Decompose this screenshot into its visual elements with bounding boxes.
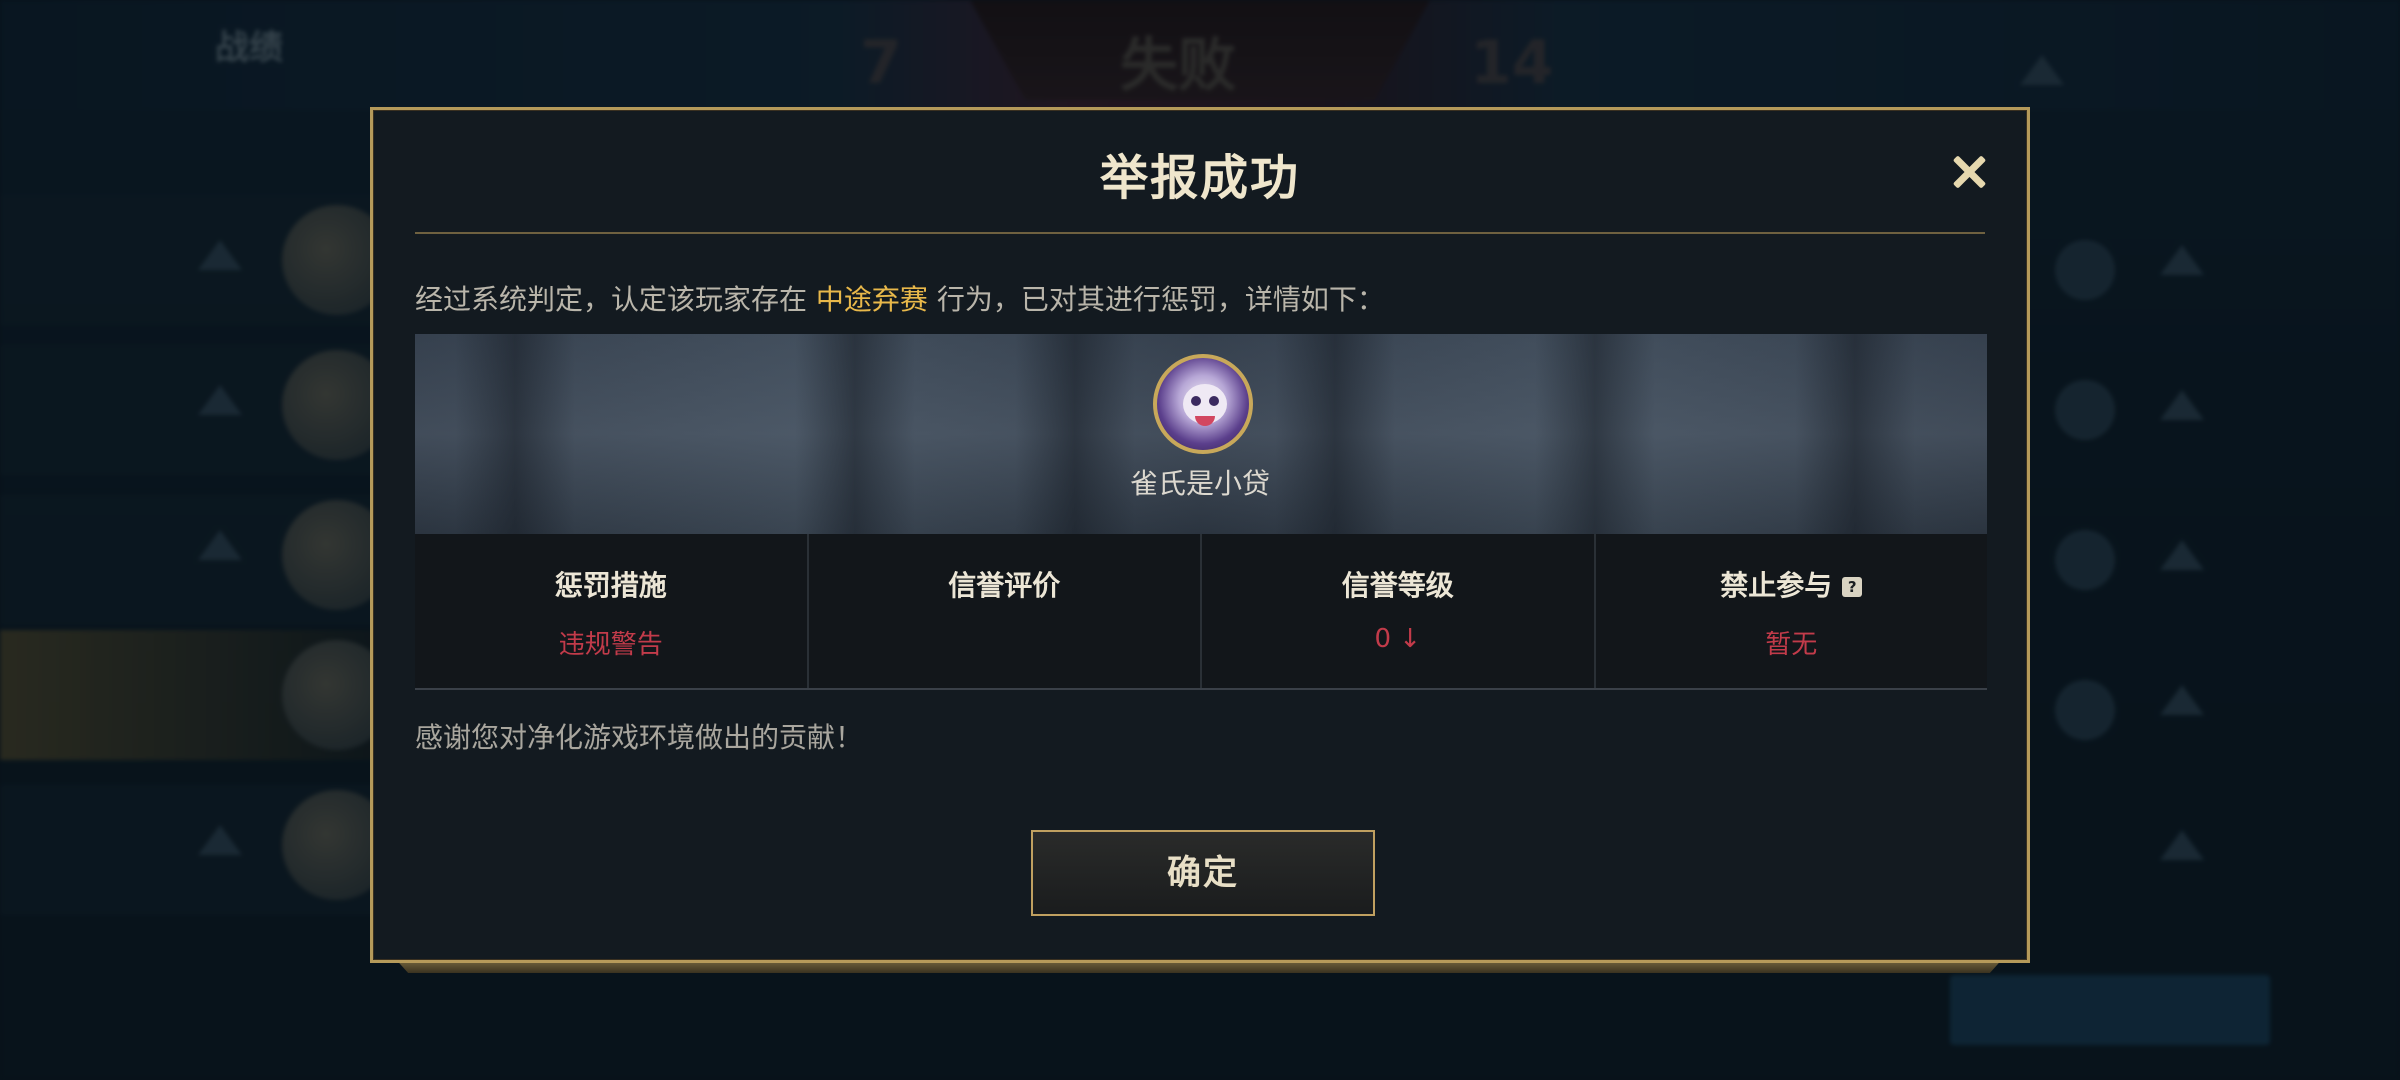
help-icon[interactable]: ? — [1842, 577, 1863, 597]
penalty-stats-table: 惩罚措施 违规警告 信誉评价 信誉等级 0 ↓ 禁止参与? 暂无 — [415, 534, 1987, 690]
verdict-offense: 中途弃赛 — [815, 283, 928, 316]
stat-penalty: 惩罚措施 违规警告 — [415, 534, 809, 688]
stat-value: 0 ↓ — [1374, 624, 1422, 654]
dialog-title: 举报成功 — [1099, 150, 1300, 206]
stat-credit-level: 信誉等级 0 ↓ — [1202, 534, 1596, 688]
stat-label: 信誉等级 — [1341, 569, 1454, 602]
stat-label: 惩罚措施 — [554, 569, 667, 602]
stat-credit-rating: 信誉评价 — [809, 534, 1202, 688]
banner-decoration — [1275, 334, 1395, 534]
stat-label: 禁止参与 — [1720, 569, 1833, 602]
banner-decoration — [795, 334, 915, 534]
verdict-suffix: 行为，已对其进行惩罚，详情如下： — [936, 283, 1385, 316]
banner-decoration — [1535, 334, 1655, 534]
verdict-prefix: 经过系统判定，认定该玩家存在 — [415, 283, 808, 316]
avatar-eye — [1209, 396, 1219, 406]
close-icon[interactable] — [1949, 152, 1989, 192]
player-avatar — [1153, 354, 1253, 454]
stat-value: 违规警告 — [558, 630, 663, 660]
avatar-mouth — [1195, 416, 1215, 426]
stat-label-row: 禁止参与? — [1596, 564, 1988, 604]
banner-decoration — [1795, 334, 1915, 534]
stat-ban: 禁止参与? 暂无 — [1596, 534, 1988, 688]
player-name: 雀氏是小贷 — [1129, 467, 1270, 500]
title-divider — [415, 232, 1985, 234]
avatar-eye — [1191, 396, 1201, 406]
verdict-text: 经过系统判定，认定该玩家存在 中途弃赛 行为，已对其进行惩罚，详情如下： — [415, 278, 1385, 318]
thanks-text: 感谢您对净化游戏环境做出的贡献！ — [415, 721, 864, 754]
banner-decoration — [455, 334, 575, 534]
stat-label: 信誉评价 — [948, 569, 1061, 602]
confirm-button[interactable]: 确定 — [1031, 830, 1375, 916]
banner-decoration — [1015, 334, 1135, 534]
report-success-dialog: 举报成功 经过系统判定，认定该玩家存在 中途弃赛 行为，已对其进行惩罚，详情如下… — [370, 107, 2030, 963]
stat-value: 暂无 — [1765, 630, 1818, 660]
